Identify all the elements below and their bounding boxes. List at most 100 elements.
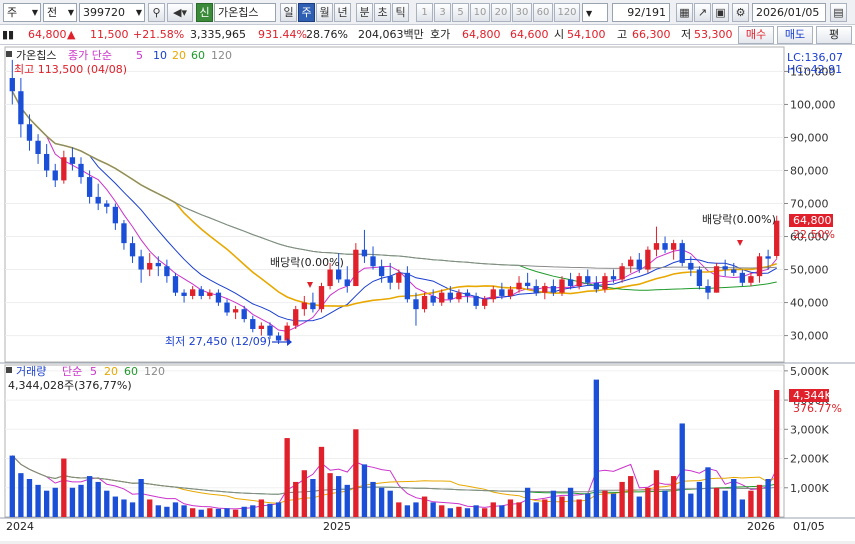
- interval-120[interactable]: 120: [554, 3, 580, 22]
- volume-bar: [653, 470, 660, 517]
- flag-icon: ▮▮: [2, 28, 15, 41]
- candle-body: [576, 276, 582, 287]
- chevron-down-icon: ▼: [67, 8, 74, 17]
- volume-bar: [275, 502, 282, 517]
- period-year[interactable]: 년: [334, 3, 351, 22]
- volume-bar: [284, 438, 290, 517]
- speaker-icon[interactable]: ◀▾: [167, 3, 193, 22]
- volume-bar: [705, 467, 711, 517]
- candle-body: [645, 249, 651, 270]
- volume-bar: [181, 505, 187, 517]
- dividend-marker-1: 배당락(0.00%): [270, 256, 344, 269]
- vol-tag: 4,344K: [793, 389, 832, 402]
- volume-bar: [61, 458, 67, 517]
- panel-menu-icon[interactable]: [6, 51, 12, 57]
- volume-bar: [215, 508, 222, 517]
- candle-body: [439, 292, 445, 303]
- volume-bar: [696, 481, 703, 517]
- interval-30[interactable]: 30: [512, 3, 532, 22]
- volume-bar: [301, 470, 307, 517]
- date-field[interactable]: 2026/01/05: [752, 3, 826, 22]
- low-marker-label: 최저 27,450 (12/09): [165, 335, 271, 348]
- volume-ma60-line: [11, 455, 777, 495]
- interval-5[interactable]: 5: [452, 3, 469, 22]
- toolbar: 주 ▼ 전 ▼ 399720 ▼ ⚲ ◀▾ 신 가온칩스 일 주 월 년 분 초 틱 …: [0, 0, 855, 25]
- price-change-pct: +21.58%: [133, 28, 185, 41]
- candle-body: [507, 289, 514, 296]
- search-icon[interactable]: ⚲: [148, 3, 165, 22]
- volume-bar: [567, 487, 574, 517]
- ma5-line: [11, 90, 778, 332]
- interval-1[interactable]: 1: [416, 3, 433, 22]
- period-second[interactable]: 초: [374, 3, 391, 22]
- market-select[interactable]: 주 ▼: [3, 3, 41, 22]
- volume-bar: [189, 508, 196, 517]
- volume-bar: [250, 505, 256, 517]
- period-tick[interactable]: 틱: [392, 3, 409, 22]
- volume-bar: [35, 484, 41, 517]
- price-panel-frame: [4, 46, 785, 363]
- candle-body: [215, 292, 222, 303]
- calendar-icon[interactable]: ▤: [830, 3, 847, 22]
- candle-body: [155, 262, 161, 267]
- save-icon[interactable]: ▣: [712, 3, 729, 22]
- volume-bar: [464, 508, 471, 517]
- interval-20[interactable]: 20: [491, 3, 511, 22]
- dividend-arrow-1-icon: [307, 282, 313, 288]
- volume-panel-menu-icon[interactable]: [6, 367, 12, 373]
- volume-bar: [421, 496, 428, 517]
- sell-button[interactable]: 매도: [777, 26, 813, 44]
- chart-area[interactable]: 110,000 100,000 90,000 80,000 70,000 60,000 50…: [0, 45, 855, 541]
- period-month[interactable]: 월: [316, 3, 333, 22]
- candle-body: [413, 299, 419, 310]
- candle-body: [104, 203, 110, 207]
- interval-dropdown[interactable]: ▼: [582, 3, 608, 22]
- candle-body: [516, 282, 522, 290]
- draw-icon[interactable]: ↗: [694, 3, 711, 22]
- period-minute[interactable]: 분: [356, 3, 373, 22]
- candle-body: [585, 276, 591, 283]
- ma10-line: [11, 90, 777, 322]
- interval-3[interactable]: 3: [434, 3, 451, 22]
- type-select[interactable]: 전 ▼: [43, 3, 77, 22]
- volume-panel-name: 거래량: [16, 365, 46, 378]
- candle-body: [336, 269, 342, 280]
- high-price: 66,300: [632, 28, 671, 41]
- volume-value: 3,335,965: [190, 28, 246, 41]
- volume-bar: [52, 487, 58, 517]
- period-week[interactable]: 주: [298, 3, 315, 22]
- volume-bar: [748, 490, 754, 517]
- period-day[interactable]: 일: [280, 3, 297, 22]
- candle-body: [293, 309, 299, 326]
- candle-body: [670, 243, 677, 250]
- volume-bar: [490, 502, 496, 517]
- eval-button[interactable]: 평: [816, 26, 852, 44]
- volume-bar: [473, 505, 479, 517]
- candle-body: [473, 295, 479, 306]
- price-ma-label: 종가 단순: [68, 49, 112, 62]
- candle-body: [250, 319, 256, 329]
- grid-icon[interactable]: ▦: [676, 3, 693, 22]
- count-total: /191: [641, 6, 666, 19]
- volume-bar: [164, 506, 170, 517]
- volume-bar: [739, 499, 746, 517]
- price-tag: 64,800: [793, 214, 832, 227]
- count-input[interactable]: 92/191: [612, 3, 670, 22]
- candle-body: [232, 309, 239, 313]
- vol-pct-tag: 376.77%: [793, 402, 842, 415]
- volume-tick-label: 1,000K: [790, 482, 829, 495]
- buy-button[interactable]: 매수: [738, 26, 774, 44]
- gear-icon[interactable]: ⚙: [732, 3, 749, 22]
- volume-bar: [224, 508, 230, 517]
- interval-10[interactable]: 10: [470, 3, 490, 22]
- ma120-label: 120: [211, 49, 232, 62]
- stock-chart[interactable]: 110,000100,00090,00080,00070,00060,00050…: [0, 45, 855, 541]
- volume-bar: [679, 423, 685, 517]
- ma10-label: 10: [153, 49, 167, 62]
- volume-bar: [104, 490, 110, 517]
- stock-code-input[interactable]: 399720 ▼: [79, 3, 145, 22]
- interval-60[interactable]: 60: [533, 3, 553, 22]
- volume-bar: [86, 476, 93, 517]
- volume-bar: [26, 479, 33, 517]
- chevron-down-icon: ▼: [31, 8, 38, 17]
